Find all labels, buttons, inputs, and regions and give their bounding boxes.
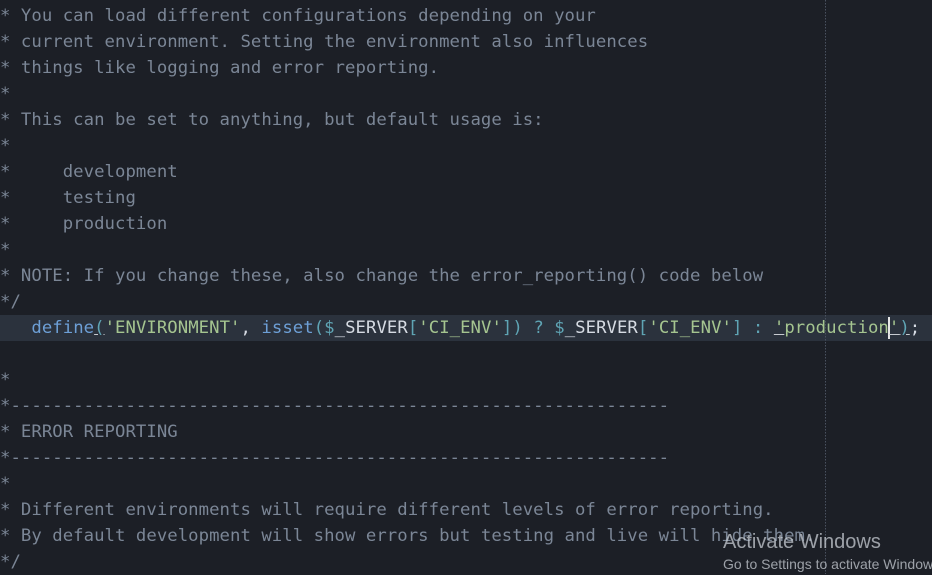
comma: , xyxy=(240,318,262,338)
code-line: */ xyxy=(0,552,21,572)
variable-server: _SERVER xyxy=(334,318,408,338)
function-isset: isset xyxy=(261,318,314,338)
code-line: * ERROR REPORTING xyxy=(0,422,178,442)
current-code-line[interactable]: define('ENVIRONMENT', isset($_SERVER['CI… xyxy=(0,315,932,341)
code-editor[interactable]: * You can load different configurations … xyxy=(0,0,932,574)
string-ci-env: 'CI_ENV' xyxy=(418,318,502,338)
code-line: * development xyxy=(0,162,178,182)
code-line: */ xyxy=(0,292,21,312)
paren-open: ( xyxy=(94,318,105,338)
column-ruler xyxy=(825,0,826,574)
ternary-operator: ? xyxy=(522,318,555,338)
semicolon: ; xyxy=(909,318,921,338)
bracket-close: ] xyxy=(501,318,513,338)
watermark-title: Activate Windows xyxy=(723,531,881,553)
code-line: * xyxy=(0,370,11,390)
ternary-colon: : xyxy=(742,318,774,338)
code-line: * xyxy=(0,240,11,260)
code-line: * things like logging and error reportin… xyxy=(0,58,440,78)
activate-windows-watermark: Activate Windows Go to Settings to activ… xyxy=(723,530,932,574)
bracket-close: ] xyxy=(732,318,743,338)
code-line: * This can be set to anything, but defau… xyxy=(0,110,544,130)
code-line: * production xyxy=(0,214,168,234)
code-line: * xyxy=(0,84,11,104)
paren-close: ) xyxy=(899,318,910,338)
code-line: * xyxy=(0,136,11,156)
string-quote-close: ' xyxy=(888,318,900,338)
dollar-sign: $ xyxy=(554,318,565,338)
code-line: *---------------------------------------… xyxy=(0,396,670,416)
bracket-open: [ xyxy=(407,318,419,338)
code-line: * By default development will show error… xyxy=(0,526,816,546)
string-quote-open: ' xyxy=(773,318,785,338)
string-production: production xyxy=(784,318,889,338)
code-line: * testing xyxy=(0,188,136,208)
code-line: *---------------------------------------… xyxy=(0,448,670,468)
function-define: define xyxy=(31,318,95,338)
code-line: * current environment. Setting the envir… xyxy=(0,32,649,52)
bracket-open: [ xyxy=(637,318,649,338)
string-ci-env: 'CI_ENV' xyxy=(648,318,732,338)
paren-open: ( xyxy=(313,318,325,338)
paren-close: ) xyxy=(512,318,523,338)
code-line: * xyxy=(0,474,11,494)
string-environment: 'ENVIRONMENT' xyxy=(104,318,241,338)
variable-server: _SERVER xyxy=(564,318,638,338)
code-line: * Different environments will require di… xyxy=(0,500,774,520)
code-line: * You can load different configurations … xyxy=(0,6,596,26)
watermark-subtitle: Go to Settings to activate Windows. xyxy=(723,556,932,572)
code-line: * NOTE: If you change these, also change… xyxy=(0,266,764,286)
dollar-sign: $ xyxy=(324,318,335,338)
